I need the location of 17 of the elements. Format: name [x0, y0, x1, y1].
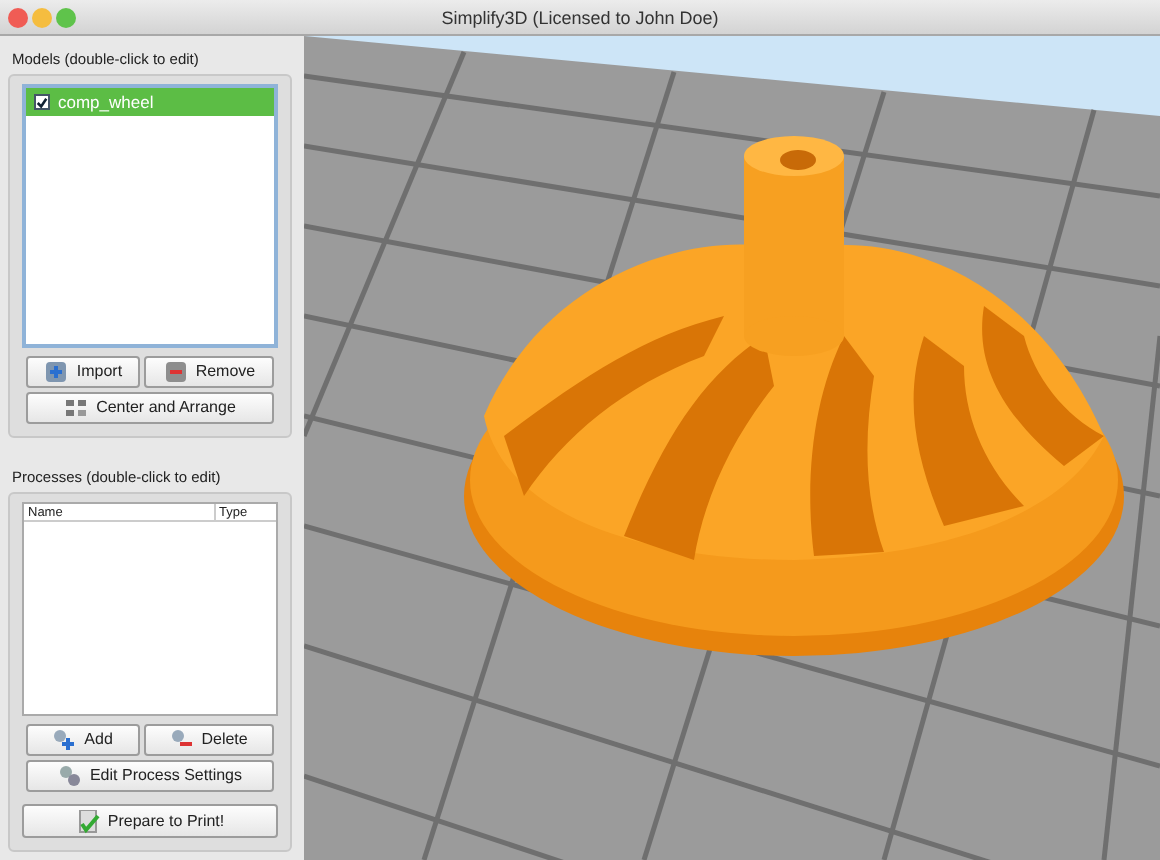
arrange-icon — [64, 396, 89, 421]
check-document-icon — [75, 809, 100, 833]
import-button[interactable]: Import — [26, 356, 141, 389]
model-name: comp_wheel — [58, 89, 154, 116]
delete-button[interactable]: Delete — [143, 724, 275, 756]
close-button[interactable] — [8, 8, 28, 28]
remove-icon — [163, 360, 188, 385]
window-title: Simplify3D (Licensed to John Doe) — [441, 7, 719, 27]
arrange-button[interactable]: Center and Arrange — [26, 392, 274, 425]
add-button[interactable]: Add — [26, 724, 140, 756]
settings-button[interactable]: Edit Process Settings — [26, 760, 274, 792]
remove-button[interactable]: Remove — [144, 356, 274, 389]
minimize-button[interactable] — [32, 8, 52, 28]
zoom-button[interactable] — [56, 8, 76, 28]
import-icon — [44, 360, 69, 385]
prepare-to-print-button[interactable]: Prepare to Print! — [22, 804, 278, 838]
checkbox[interactable] — [34, 94, 50, 111]
